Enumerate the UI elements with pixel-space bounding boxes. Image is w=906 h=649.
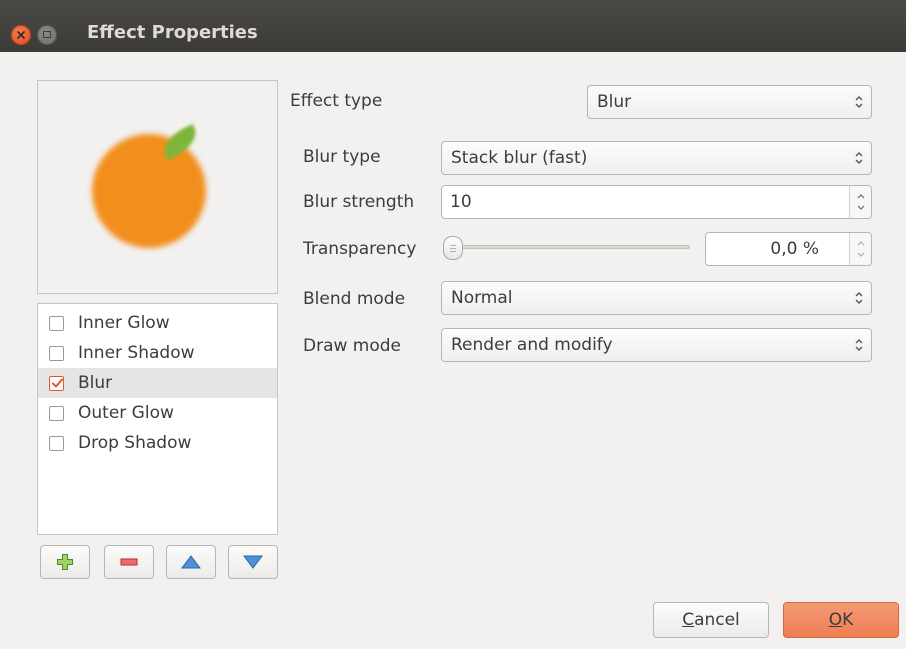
effect-type-combobox[interactable]: Blur	[587, 85, 872, 119]
draw-mode-combobox[interactable]: Render and modify	[441, 328, 872, 362]
transparency-slider-handle[interactable]	[443, 236, 463, 260]
blur-strength-value: 10	[450, 192, 472, 212]
effect-type-value: Blur	[597, 92, 632, 112]
effect-item-inner-glow[interactable]: Inner Glow	[38, 308, 277, 338]
combo-arrows-icon	[855, 96, 863, 108]
effect-label: Outer Glow	[78, 403, 174, 423]
transparency-label: Transparency	[303, 239, 417, 259]
spin-up-icon	[857, 194, 865, 199]
effect-label: Inner Glow	[78, 313, 170, 333]
blur-type-value: Stack blur (fast)	[451, 148, 588, 168]
window-icon	[43, 31, 51, 38]
move-up-button[interactable]	[166, 545, 216, 579]
arrow-down-icon	[243, 555, 263, 569]
effect-label: Blur	[78, 373, 113, 393]
spin-down-icon	[857, 205, 865, 210]
window-title: Effect Properties	[87, 22, 258, 43]
combo-arrows-icon	[855, 152, 863, 164]
cancel-mnemonic: C	[682, 610, 695, 630]
effect-properties-dialog: Effect Properties Inner Glow Inner Shado…	[0, 0, 906, 649]
draw-mode-label: Draw mode	[303, 336, 402, 356]
combo-arrows-icon	[855, 339, 863, 351]
close-icon	[17, 31, 25, 39]
blend-mode-combobox[interactable]: Normal	[441, 281, 872, 315]
effect-label: Inner Shadow	[78, 343, 195, 363]
blend-mode-label: Blend mode	[303, 289, 406, 309]
add-effect-button[interactable]	[40, 545, 90, 579]
title-bar: Effect Properties	[0, 0, 906, 52]
effect-preview	[37, 80, 278, 294]
blur-type-label: Blur type	[303, 147, 381, 167]
move-down-button[interactable]	[228, 545, 278, 579]
spin-buttons[interactable]	[849, 233, 871, 265]
spin-buttons[interactable]	[849, 186, 871, 218]
blend-mode-value: Normal	[451, 288, 513, 308]
ok-label: K	[842, 610, 854, 630]
transparency-slider-track[interactable]	[455, 245, 690, 249]
plus-icon	[57, 554, 73, 570]
close-window-button[interactable]	[11, 25, 31, 45]
effect-label: Drop Shadow	[78, 433, 192, 453]
effect-checkbox[interactable]	[49, 375, 64, 391]
effect-checkbox[interactable]	[49, 405, 64, 421]
effect-checkbox[interactable]	[49, 315, 64, 331]
minus-icon	[120, 558, 138, 566]
cancel-button[interactable]: Cancel	[653, 602, 769, 638]
transparency-value: 0,0 %	[770, 239, 819, 259]
effect-item-blur[interactable]: Blur	[38, 368, 277, 398]
effect-item-outer-glow[interactable]: Outer Glow	[38, 398, 277, 428]
effect-item-drop-shadow[interactable]: Drop Shadow	[38, 428, 277, 458]
ok-mnemonic: O	[828, 610, 843, 630]
effect-checkbox[interactable]	[49, 345, 64, 361]
effect-type-label: Effect type	[290, 91, 383, 111]
transparency-spinbox[interactable]: 0,0 %	[705, 232, 872, 266]
blur-strength-spinbox[interactable]: 10	[441, 185, 872, 219]
minimize-window-button[interactable]	[37, 25, 57, 45]
effect-checkbox[interactable]	[49, 435, 64, 451]
effects-list: Inner Glow Inner Shadow Blur Outer Glow …	[37, 303, 278, 535]
draw-mode-value: Render and modify	[451, 335, 613, 355]
blur-strength-label: Blur strength	[303, 192, 415, 212]
spin-up-icon	[857, 241, 865, 246]
arrow-up-icon	[181, 555, 201, 569]
remove-effect-button[interactable]	[104, 545, 154, 579]
combo-arrows-icon	[855, 292, 863, 304]
cancel-label: ancel	[694, 610, 740, 630]
effect-item-inner-shadow[interactable]: Inner Shadow	[38, 338, 277, 368]
preview-symbol-circle	[92, 134, 206, 248]
spin-down-icon	[857, 252, 865, 257]
blur-type-combobox[interactable]: Stack blur (fast)	[441, 141, 872, 175]
ok-button[interactable]: OK	[783, 602, 899, 638]
checkmark-icon	[52, 378, 63, 387]
